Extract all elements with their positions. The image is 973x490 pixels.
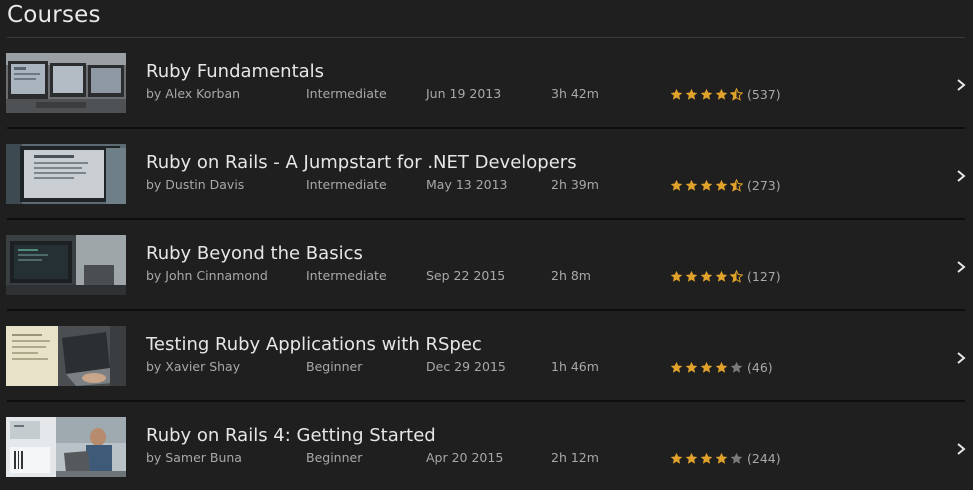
star-icon [700, 361, 713, 373]
star-icon [715, 361, 728, 373]
course-row[interactable]: Ruby on Rails 4: Getting Started by Same… [0, 402, 973, 490]
course-author: by Xavier Shay [146, 359, 241, 374]
course-thumbnail[interactable] [6, 235, 126, 295]
course-title[interactable]: Ruby on Rails - A Jumpstart for .NET Dev… [146, 152, 577, 173]
star-icon [685, 179, 698, 191]
course-level: Intermediate [306, 268, 387, 283]
star-half-icon [730, 269, 743, 283]
course-date: May 13 2013 [426, 177, 508, 192]
course-date: Apr 20 2015 [426, 450, 504, 465]
star-icon [700, 179, 713, 191]
rating-count: (273) [747, 177, 781, 193]
star-icon [715, 452, 728, 464]
course-row[interactable]: Ruby Beyond the Basics by John Cinnamond… [0, 220, 973, 311]
rating-count: (244) [747, 450, 781, 466]
course-thumbnail[interactable] [6, 144, 126, 204]
course-thumbnail[interactable] [6, 326, 126, 386]
rating-stars [670, 178, 745, 192]
course-level: Intermediate [306, 177, 387, 192]
course-thumbnail[interactable] [6, 417, 126, 477]
rating-count: (537) [747, 86, 781, 102]
chevron-right-icon[interactable] [956, 260, 966, 274]
monitors-office-thumbnail [6, 53, 126, 113]
course-author: by Alex Korban [146, 86, 241, 101]
chevron-right-icon[interactable] [956, 442, 966, 456]
course-duration: 2h 8m [551, 268, 591, 283]
course-rating: (46) [670, 359, 773, 375]
rating-count: (127) [747, 268, 781, 284]
star-icon [685, 361, 698, 373]
star-icon [715, 270, 728, 282]
course-row[interactable]: Ruby on Rails - A Jumpstart for .NET Dev… [0, 129, 973, 220]
laptop-typing-thumbnail [6, 326, 126, 386]
course-author: by Dustin Davis [146, 177, 245, 192]
course-title[interactable]: Ruby Beyond the Basics [146, 243, 363, 264]
course-duration: 1h 46m [551, 359, 599, 374]
star-icon [685, 270, 698, 282]
rating-stars [670, 452, 745, 465]
rating-stars [670, 87, 745, 101]
course-date: Jun 19 2013 [426, 86, 502, 101]
rating-stars [670, 269, 745, 283]
course-rating: (127) [670, 268, 781, 284]
star-empty-icon [730, 452, 743, 464]
course-duration: 2h 12m [551, 450, 599, 465]
chevron-right-icon[interactable] [956, 78, 966, 92]
star-icon [715, 88, 728, 100]
course-level: Beginner [306, 450, 363, 465]
rating-stars [670, 361, 745, 374]
star-icon [715, 179, 728, 191]
star-icon [670, 361, 683, 373]
star-icon [700, 452, 713, 464]
course-author: by John Cinnamond [146, 268, 268, 283]
course-rating: (244) [670, 450, 781, 466]
course-level: Beginner [306, 359, 363, 374]
course-rating: (273) [670, 177, 781, 193]
dark-desk-monitor-thumbnail [6, 235, 126, 295]
rating-count: (46) [747, 359, 773, 375]
course-thumbnail[interactable] [6, 53, 126, 113]
course-row[interactable]: Testing Ruby Applications with RSpec by … [0, 311, 973, 402]
star-icon [685, 452, 698, 464]
star-half-icon [730, 178, 743, 192]
course-level: Intermediate [306, 86, 387, 101]
course-row[interactable]: Ruby Fundamentals by Alex Korban Interme… [0, 38, 973, 129]
star-icon [670, 88, 683, 100]
star-icon [670, 179, 683, 191]
course-rating: (537) [670, 86, 781, 102]
course-title[interactable]: Testing Ruby Applications with RSpec [146, 334, 482, 355]
star-icon [670, 270, 683, 282]
monitor-slide-thumbnail [6, 144, 126, 204]
chevron-right-icon[interactable] [956, 169, 966, 183]
course-list: Ruby Fundamentals by Alex Korban Interme… [0, 38, 973, 490]
star-half-icon [730, 87, 743, 101]
course-title[interactable]: Ruby Fundamentals [146, 61, 324, 82]
course-duration: 2h 39m [551, 177, 599, 192]
star-empty-icon [730, 361, 743, 373]
star-icon [700, 88, 713, 100]
chevron-right-icon[interactable] [956, 351, 966, 365]
course-duration: 3h 42m [551, 86, 599, 101]
train-laptop-thumbnail [6, 417, 126, 477]
page-title: Courses [7, 2, 101, 28]
course-author: by Samer Buna [146, 450, 242, 465]
course-date: Sep 22 2015 [426, 268, 506, 283]
course-title[interactable]: Ruby on Rails 4: Getting Started [146, 425, 436, 446]
star-icon [685, 88, 698, 100]
course-date: Dec 29 2015 [426, 359, 506, 374]
star-icon [670, 452, 683, 464]
star-icon [700, 270, 713, 282]
